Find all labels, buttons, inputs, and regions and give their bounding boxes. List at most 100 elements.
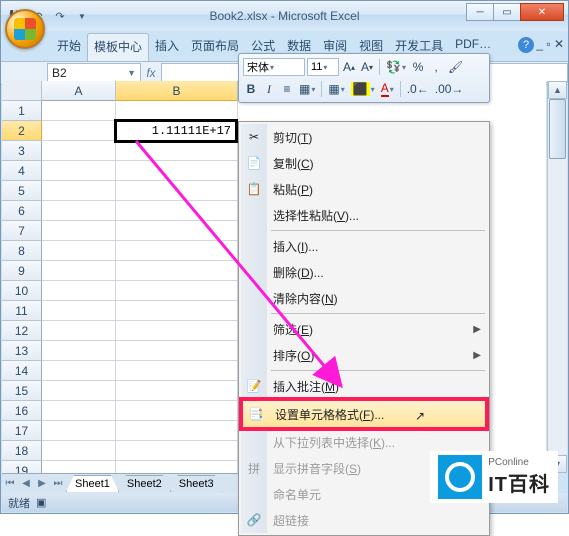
cell-B15[interactable] [116,381,238,401]
maximize-button[interactable]: ▭ [493,3,521,21]
qat-dropdown-icon[interactable]: ▼ [73,7,91,25]
row-header-7[interactable]: 7 [2,221,42,241]
cell-A8[interactable] [42,241,116,261]
ribbon-tab-3[interactable]: 页面布局 [185,33,245,61]
column-header-A[interactable]: A [42,81,116,101]
cell-B12[interactable] [116,321,238,341]
borders-icon[interactable]: ▦▾ [326,80,346,98]
scroll-up-button[interactable]: ▲ [548,81,567,99]
row-header-18[interactable]: 18 [2,441,42,461]
context-menu-item-13[interactable]: 📑设置单元格格式(F)...↖ [239,397,489,431]
grow-font-icon[interactable]: A▴ [341,58,357,76]
namebox-dropdown-icon[interactable]: ▼ [127,68,136,78]
office-button[interactable] [5,9,45,49]
sheet-nav-next-icon[interactable]: ▶ [34,478,50,489]
fx-button[interactable]: fx [141,66,161,80]
accounting-format-icon[interactable]: 💱▾ [384,58,408,76]
ribbon-tab-0[interactable]: 开始 [51,33,87,61]
context-menu-item-5[interactable]: 插入(I)... [241,233,487,259]
cell-A10[interactable] [42,281,116,301]
select-all-button[interactable] [2,81,42,101]
sheet-tab-Sheet1[interactable]: Sheet1 [66,475,119,492]
cell-B14[interactable] [116,361,238,381]
cell-B1[interactable] [116,101,238,121]
cell-A3[interactable] [42,141,116,161]
sheet-tab-Sheet3[interactable]: Sheet3 [170,475,223,492]
sheet-tab-Sheet2[interactable]: Sheet2 [118,475,171,492]
row-header-17[interactable]: 17 [2,421,42,441]
cell-A7[interactable] [42,221,116,241]
font-name-input[interactable]: 宋体▾ [243,58,305,76]
cell-A17[interactable] [42,421,116,441]
macro-record-icon[interactable]: ▣ [36,496,46,509]
scroll-thumb[interactable] [549,99,566,159]
cell-B5[interactable] [116,181,238,201]
cell-A1[interactable] [42,101,116,121]
row-header-1[interactable]: 1 [2,101,42,121]
context-menu-item-3[interactable]: 选择性粘贴(V)... [241,202,487,228]
cell-B17[interactable] [116,421,238,441]
context-menu-item-2[interactable]: 📋粘贴(P) [241,176,487,202]
row-header-9[interactable]: 9 [2,261,42,281]
vertical-scrollbar[interactable]: ▲ ▼ [547,81,567,473]
cell-B11[interactable] [116,301,238,321]
ribbon-tab-1[interactable]: 模板中心 [87,33,149,61]
cell-A9[interactable] [42,261,116,281]
cell-A13[interactable] [42,341,116,361]
cell-B7[interactable] [116,221,238,241]
comma-icon[interactable]: , [428,58,444,76]
cell-A15[interactable] [42,381,116,401]
row-header-6[interactable]: 6 [2,201,42,221]
row-header-11[interactable]: 11 [2,301,42,321]
cell-B4[interactable] [116,161,238,181]
close-button[interactable]: ✕ [520,3,564,21]
context-menu-item-10[interactable]: 排序(O)▶ [241,342,487,368]
decrease-decimal-icon[interactable]: .0← [405,80,431,98]
cell-B6[interactable] [116,201,238,221]
context-menu-item-0[interactable]: ✂剪切(T) [241,124,487,150]
increase-decimal-icon[interactable]: .00→ [433,80,466,98]
cell-A11[interactable] [42,301,116,321]
row-header-5[interactable]: 5 [2,181,42,201]
window-controls-doc[interactable]: _ ▫ ✕ [536,37,564,51]
sheet-nav-first-icon[interactable]: ⏮ [2,478,18,489]
percent-icon[interactable]: % [410,58,426,76]
cell-A18[interactable] [42,441,116,461]
cell-A12[interactable] [42,321,116,341]
sheet-nav-last-icon[interactable]: ⏭ [50,478,66,489]
context-menu-item-7[interactable]: 清除内容(N) [241,285,487,311]
row-header-8[interactable]: 8 [2,241,42,261]
row-header-2[interactable]: 2 [2,121,42,141]
row-header-4[interactable]: 4 [2,161,42,181]
row-header-12[interactable]: 12 [2,321,42,341]
row-header-14[interactable]: 14 [2,361,42,381]
context-menu-item-1[interactable]: 📄复制(C) [241,150,487,176]
cell-B16[interactable] [116,401,238,421]
cell-B18[interactable] [116,441,238,461]
cell-B9[interactable] [116,261,238,281]
cell-A6[interactable] [42,201,116,221]
cell-B10[interactable] [116,281,238,301]
context-menu-item-12[interactable]: 📝插入批注(M) [241,373,487,399]
redo-icon[interactable]: ↷ [51,7,69,25]
ribbon-tab-2[interactable]: 插入 [149,33,185,61]
cell-B8[interactable] [116,241,238,261]
shrink-font-icon[interactable]: A▾ [359,58,375,76]
italic-button[interactable]: I [261,80,277,98]
font-size-input[interactable]: 11▾ [307,58,339,76]
cell-B3[interactable] [116,141,238,161]
name-box[interactable]: B2 ▼ [47,63,141,83]
align-center-icon[interactable]: ≡ [279,80,295,98]
row-header-15[interactable]: 15 [2,381,42,401]
fill-color-icon[interactable]: ⬛▾ [349,80,377,98]
row-header-3[interactable]: 3 [2,141,42,161]
cell-B2[interactable]: 1.11111E+17 [114,119,238,143]
merge-cells-icon[interactable]: ▦▾ [297,80,317,98]
cell-A4[interactable] [42,161,116,181]
context-menu-item-9[interactable]: 筛选(E)▶ [241,316,487,342]
cell-A14[interactable] [42,361,116,381]
bold-button[interactable]: B [243,80,259,98]
help-button[interactable]: ? [518,37,534,53]
context-menu-item-6[interactable]: 删除(D)... [241,259,487,285]
cell-A16[interactable] [42,401,116,421]
